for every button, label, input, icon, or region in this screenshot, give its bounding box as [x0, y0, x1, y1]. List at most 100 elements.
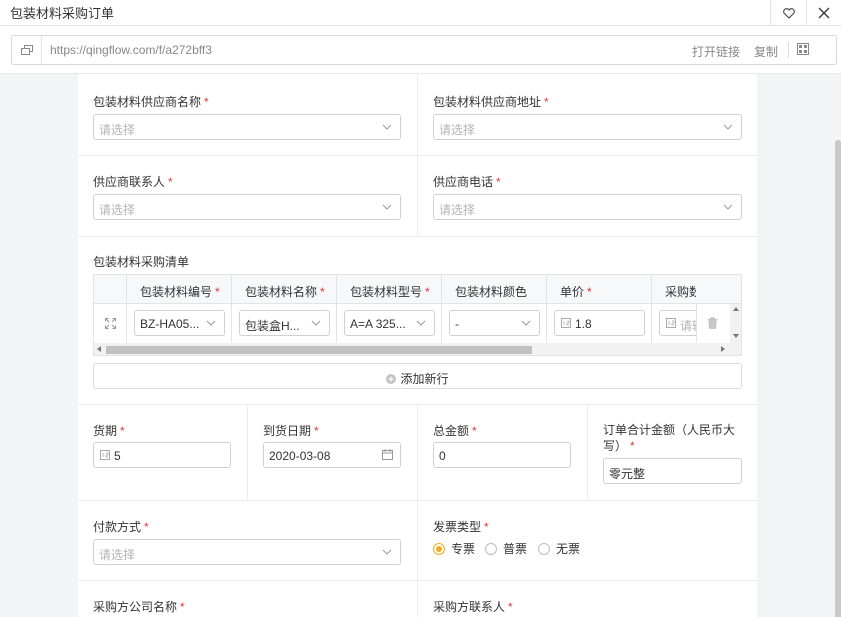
link-icon[interactable] [12, 36, 42, 64]
supplier-name-select[interactable]: 请选择 [93, 114, 401, 140]
radio-label: 无票 [556, 542, 581, 556]
column-header: 单价 * [547, 275, 652, 304]
placeholder: 请选择 [99, 123, 136, 137]
table-header: 包装材料编号* 包装材料名称* 包装材料型号* 包装材料颜色 单价* 采购数 [94, 275, 741, 304]
share-link-bar: https://qingflow.com/f/a272bff3 打开链接 复制 [0, 26, 841, 74]
value: 0 [439, 449, 446, 463]
open-link-button[interactable]: 打开链接 [692, 43, 740, 60]
radio-selected[interactable] [433, 542, 445, 555]
column-header: 包装材料名称 * [232, 275, 337, 304]
lead-time-label: 货期 * [93, 424, 125, 438]
window-titlebar: 包装材料采购订单 [0, 0, 841, 26]
add-row-button[interactable]: 添加新行 [93, 363, 742, 389]
column-header: 包装材料颜色 [442, 275, 547, 304]
total-amount-input[interactable]: 0 [433, 442, 571, 468]
calendar-icon[interactable] [382, 449, 393, 460]
window-title: 包装材料采购订单 [10, 6, 115, 21]
scrollbar-thumb[interactable] [106, 346, 532, 354]
arrow-right-icon[interactable] [721, 346, 725, 352]
placeholder: 请选择 [439, 123, 476, 137]
cell: 1.8 [547, 304, 652, 343]
close-button[interactable] [806, 0, 841, 26]
table-header-corner [94, 275, 127, 304]
supplier-phone-label: 供应商电话 * [433, 175, 501, 189]
expand-icon[interactable] [105, 318, 116, 329]
value: BZ-HA05... [140, 317, 200, 331]
arrow-left-icon[interactable] [97, 346, 101, 352]
material-model-select[interactable]: A=A 325... [344, 310, 435, 336]
supplier-phone-select[interactable]: 请选择 [433, 194, 742, 220]
scrollbar-thumb[interactable] [835, 140, 841, 617]
invoice-option-special[interactable]: 专票 [433, 540, 475, 557]
column-header: 包装材料型号 * [337, 275, 442, 304]
column-divider [417, 500, 418, 580]
arrow-up-icon[interactable] [733, 307, 739, 311]
radio-unselected[interactable] [538, 542, 550, 555]
favorite-button[interactable] [770, 0, 806, 26]
form-content: 包装材料供应商名称 * 请选择 包装材料供应商地址 * 请选择 供应商联系人 * 请选… [78, 74, 757, 617]
total-amount-label: 总金额 * [433, 424, 477, 438]
url-text[interactable]: https://qingflow.com/f/a272bff3 [50, 43, 212, 57]
cell: 包装盒H... [232, 304, 337, 343]
payment-method-label: 付款方式 * [93, 520, 149, 534]
column-header: 包装材料编号 * [127, 275, 232, 304]
number-icon [666, 318, 676, 328]
arrival-date-label: 到货日期 * [263, 424, 319, 438]
arrival-date-input[interactable]: 2020-03-08 [263, 442, 401, 468]
cell: - [442, 304, 547, 343]
placeholder: 请选择 [99, 203, 136, 217]
value: 2020-03-08 [269, 449, 331, 463]
horizontal-scrollbar[interactable] [94, 343, 741, 355]
qrcode-icon[interactable] [797, 43, 809, 55]
value: A=A 325... [350, 317, 406, 331]
arrow-down-icon[interactable] [733, 334, 739, 338]
total-rmb-input[interactable]: 零元整 [603, 458, 742, 484]
supplier-contact-select[interactable]: 请选择 [93, 194, 401, 220]
row-divider [78, 236, 757, 237]
radio-label: 普票 [503, 542, 528, 556]
row-actions [696, 304, 730, 343]
invoice-option-normal[interactable]: 普票 [485, 540, 527, 557]
material-color-select[interactable]: - [449, 310, 540, 336]
invoice-option-none[interactable]: 无票 [538, 540, 580, 557]
material-name-select[interactable]: 包装盒H... [239, 310, 330, 336]
table-row: BZ-HA05... 包装盒H... A=A 325... - 1.8 请 [94, 304, 741, 343]
column-divider [417, 74, 418, 155]
chevron-down-icon [382, 124, 392, 130]
lead-time-input[interactable]: 5 [93, 442, 231, 468]
url-box: https://qingflow.com/f/a272bff3 打开链接 复制 [11, 35, 837, 65]
column-header: 采购数 [665, 285, 696, 299]
material-code-select[interactable]: BZ-HA05... [134, 310, 225, 336]
supplier-address-select[interactable]: 请选择 [433, 114, 742, 140]
cell: A=A 325... [337, 304, 442, 343]
value: 5 [114, 449, 121, 463]
column-divider [587, 404, 588, 500]
cell: 请输 [652, 304, 696, 343]
purchase-list-table: 包装材料编号* 包装材料名称* 包装材料型号* 包装材料颜色 单价* 采购数 B… [93, 274, 742, 356]
number-icon [561, 318, 571, 328]
radio-unselected[interactable] [485, 542, 497, 555]
chevron-down-icon [382, 549, 392, 555]
buyer-contact-label: 采购方联系人 * [433, 600, 513, 614]
number-icon [100, 450, 110, 460]
buyer-company-label: 采购方公司名称 * [93, 600, 185, 614]
unit-price-input[interactable]: 1.8 [554, 310, 645, 336]
placeholder: 请选择 [439, 203, 476, 217]
value: 包装盒H... [245, 319, 300, 333]
row-handle[interactable] [94, 304, 127, 343]
copy-button[interactable]: 复制 [754, 43, 778, 60]
quantity-input[interactable]: 请输 [659, 310, 696, 336]
value: 1.8 [575, 317, 592, 331]
placeholder: 请输 [680, 319, 696, 333]
vertical-scrollbar[interactable] [730, 304, 741, 343]
supplier-contact-label: 供应商联系人 * [93, 175, 173, 189]
payment-method-select[interactable]: 请选择 [93, 539, 401, 565]
value: - [455, 317, 459, 331]
chevron-down-icon [206, 320, 216, 326]
column-divider [247, 404, 248, 500]
divider [788, 42, 789, 58]
value: 零元整 [609, 467, 646, 481]
trash-icon[interactable] [707, 317, 718, 329]
chevron-down-icon [521, 320, 531, 326]
page-scrollbar[interactable] [835, 74, 841, 617]
